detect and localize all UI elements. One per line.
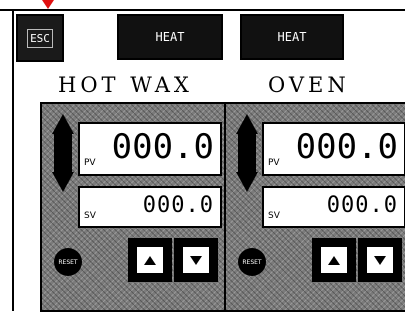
- reset-label: RESET: [58, 258, 78, 266]
- sv-display[interactable]: SV 000.0: [262, 186, 405, 228]
- panel-title-hot-wax: HOT WAX: [58, 73, 193, 97]
- controller-panel-hot-wax: PV 000.0 SV 000.0 RESET: [40, 102, 228, 312]
- reset-button[interactable]: RESET: [54, 248, 82, 276]
- panel-title-oven: OVEN: [268, 73, 350, 97]
- pointer-marker-icon: [42, 0, 54, 9]
- left-border-line: [12, 11, 14, 311]
- sv-value: 000.0: [142, 193, 214, 218]
- sv-value: 000.0: [326, 193, 398, 218]
- pv-display: PV 000.0: [78, 122, 222, 176]
- controller-panel-oven: PV 000.0 SV 000.0 RESET: [224, 102, 405, 312]
- top-border-line: [0, 9, 405, 11]
- decrease-button[interactable]: [358, 238, 402, 282]
- down-arrow-icon: [190, 255, 202, 265]
- increase-button[interactable]: [128, 238, 172, 282]
- heat-button-label: HEAT: [155, 30, 185, 44]
- up-down-arrow-icon[interactable]: [236, 114, 258, 192]
- heat-button-hot-wax[interactable]: HEAT: [117, 14, 223, 60]
- up-arrow-icon: [144, 255, 156, 265]
- pv-label: PV: [268, 158, 280, 168]
- down-arrow-icon: [374, 255, 386, 265]
- reset-label: RESET: [242, 258, 262, 266]
- up-down-arrow-icon[interactable]: [52, 114, 74, 192]
- sv-label: SV: [268, 211, 280, 221]
- heat-button-label: HEAT: [277, 30, 307, 44]
- pv-value: 000.0: [111, 127, 214, 167]
- decrease-button[interactable]: [174, 238, 218, 282]
- up-arrow-icon: [328, 255, 340, 265]
- pv-display: PV 000.0: [262, 122, 405, 176]
- esc-button-label: ESC: [27, 28, 53, 48]
- reset-button[interactable]: RESET: [238, 248, 266, 276]
- sv-label: SV: [84, 211, 96, 221]
- heat-button-oven[interactable]: HEAT: [240, 14, 344, 60]
- esc-button[interactable]: ESC: [16, 14, 64, 62]
- pv-value: 000.0: [295, 127, 398, 167]
- sv-display[interactable]: SV 000.0: [78, 186, 222, 228]
- pv-label: PV: [84, 158, 96, 168]
- increase-button[interactable]: [312, 238, 356, 282]
